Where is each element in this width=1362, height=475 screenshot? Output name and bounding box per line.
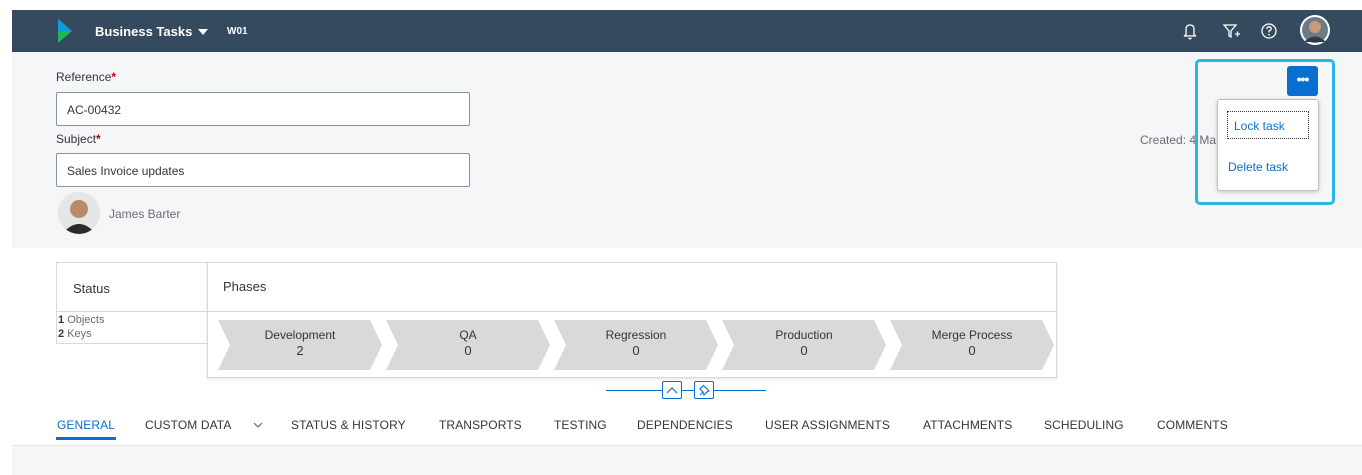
phase-development[interactable]: Development 2 xyxy=(218,320,382,370)
tab-transports[interactable]: TRANSPORTS xyxy=(439,418,522,432)
phase-name: Merge Process xyxy=(931,328,1013,342)
tab-general[interactable]: GENERAL xyxy=(57,418,115,432)
phase-count: 0 xyxy=(800,343,808,358)
filter-add-icon[interactable] xyxy=(1220,20,1242,42)
subject-label: Subject* xyxy=(56,132,101,146)
divider xyxy=(57,311,207,312)
tab-dependencies[interactable]: DEPENDENCIES xyxy=(637,418,733,432)
lock-task-menu-item[interactable]: Lock task xyxy=(1227,111,1309,139)
tab-testing[interactable]: TESTING xyxy=(554,418,607,432)
tab-user-assignments[interactable]: USER ASSIGNMENTS xyxy=(765,418,890,432)
header-collapse-line xyxy=(606,390,766,391)
phase-production[interactable]: Production 0 xyxy=(722,320,886,370)
tab-attachments[interactable]: ATTACHMENTS xyxy=(923,418,1012,432)
reference-input[interactable]: AC-00432 xyxy=(56,92,470,126)
phase-name: Regression xyxy=(605,328,667,342)
tab-custom-data[interactable]: CUSTOM DATA xyxy=(145,418,231,432)
collapse-header-button[interactable] xyxy=(662,381,682,399)
more-actions-button[interactable]: ••• xyxy=(1287,66,1318,96)
help-icon[interactable] xyxy=(1258,20,1280,42)
reference-label: Reference* xyxy=(56,70,117,84)
owner-avatar[interactable] xyxy=(58,192,100,234)
phase-regression[interactable]: Regression 0 xyxy=(554,320,718,370)
phase-count: 0 xyxy=(968,343,976,358)
chevron-down-icon[interactable] xyxy=(252,420,264,430)
owner-name[interactable]: James Barter xyxy=(109,207,180,221)
pin-icon xyxy=(699,384,710,397)
tab-scheduling[interactable]: SCHEDULING xyxy=(1044,418,1124,432)
phase-merge-process[interactable]: Merge Process 0 xyxy=(890,320,1054,370)
chevron-up-icon xyxy=(666,387,678,394)
phases-title: Phases xyxy=(223,279,267,294)
app-subtitle: W01 xyxy=(227,26,248,37)
actions-menu: Lock task Delete task xyxy=(1217,99,1319,191)
app-title[interactable]: Business Tasks xyxy=(95,24,192,39)
status-card: Status 1 Objects 2 Keys xyxy=(56,262,208,344)
phase-name: Production xyxy=(775,328,833,342)
status-title: Status xyxy=(73,281,110,296)
status-keys[interactable]: 2 Keys xyxy=(58,328,92,340)
object-header: Reference* AC-00432 Subject* Sales Invoi… xyxy=(12,52,1362,248)
app-menu-caret-icon[interactable] xyxy=(198,29,208,35)
active-tab-indicator xyxy=(56,437,116,440)
phase-name: QA xyxy=(459,328,477,342)
phase-count: 0 xyxy=(632,343,640,358)
phase-name: Development xyxy=(264,328,336,342)
shell-bar: Business Tasks W01 xyxy=(12,10,1362,52)
bell-icon[interactable] xyxy=(1179,20,1201,42)
phases-card: Phases Development 2 QA 0 Regression 0 P… xyxy=(207,262,1057,378)
subject-input[interactable]: Sales Invoice updates xyxy=(56,153,470,187)
delete-task-menu-item[interactable]: Delete task xyxy=(1228,160,1288,174)
content-area xyxy=(12,446,1362,475)
phase-count: 2 xyxy=(296,343,304,358)
phase-qa[interactable]: QA 0 xyxy=(386,320,550,370)
user-avatar[interactable] xyxy=(1300,15,1330,45)
divider xyxy=(208,311,1056,312)
status-objects[interactable]: 1 Objects xyxy=(58,314,104,326)
tab-comments[interactable]: COMMENTS xyxy=(1157,418,1228,432)
app-logo-icon[interactable] xyxy=(58,19,72,43)
phase-count: 0 xyxy=(464,343,472,358)
tab-status-history[interactable]: STATUS & HISTORY xyxy=(291,418,406,432)
pin-header-button[interactable] xyxy=(694,381,714,399)
